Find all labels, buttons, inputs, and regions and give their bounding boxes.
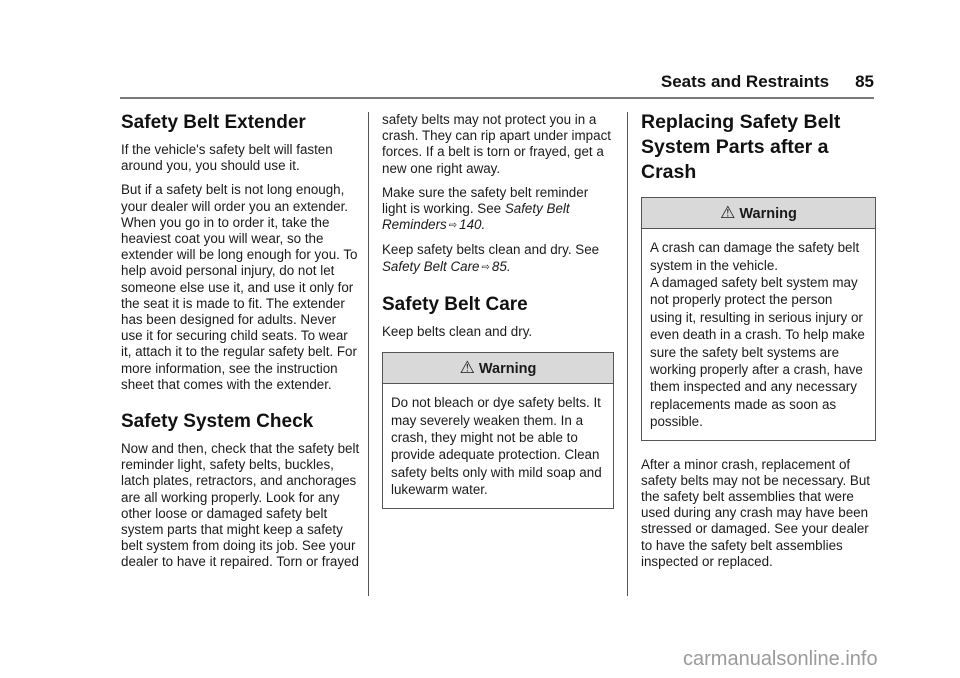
heading-safety-belt-care: Safety Belt Care [382, 293, 528, 315]
column-3: Replacing Safety Belt System Parts after… [641, 108, 876, 578]
heading-safety-belt-extender: Safety Belt Extender [121, 112, 306, 133]
header-rule [120, 97, 874, 99]
ref-page: 85 [491, 258, 507, 274]
paragraph: After a minor crash, replacement of safe… [641, 456, 870, 569]
page-number: 85 [855, 72, 874, 91]
paragraph: Now and then, check that the safety belt… [121, 441, 360, 570]
ref-arrow-icon: ⇨ [481, 261, 490, 273]
warning-header: ⚠ Warning [642, 198, 875, 230]
column-2: safety belts may not protect you in a cr… [382, 112, 614, 525]
cross-reference-link[interactable]: Safety Belt Care ⇨ 85. [382, 259, 511, 274]
warning-icon: ⚠ [720, 203, 736, 222]
watermark: carmanualsonline.info [683, 648, 878, 670]
warning-text: A damaged safety belt system may not pro… [650, 275, 865, 430]
warning-body: Do not bleach or dye safety belts. It ma… [391, 395, 602, 498]
column-divider [627, 112, 628, 596]
ref-title: Safety Belt Care [382, 258, 480, 274]
warning-box: ⚠ Warning Do not bleach or dye safety bel… [382, 352, 614, 509]
paragraph: Make sure the safety belt reminder light… [382, 185, 614, 235]
heading-safety-system-check: Safety System Check [121, 411, 314, 433]
page-header: Seats and Restraints 85 [120, 72, 874, 92]
paragraph: Keep safety belts clean and dry. See Saf… [382, 242, 614, 275]
column-1: Safety Belt Extender If the vehicle's sa… [121, 108, 361, 579]
paragraph: Keep belts clean and dry. [382, 323, 533, 339]
paragraph: If the vehicle's safety belt will fasten… [121, 142, 333, 174]
warning-title: Warning [739, 206, 797, 222]
paragraph: safety belts may not protect you in a cr… [382, 112, 611, 176]
column-divider [368, 112, 369, 596]
warning-box: ⚠ Warning A crash can damage the safety b… [641, 197, 876, 441]
warning-text: A crash can damage the safety belt syste… [650, 240, 860, 273]
warning-title: Warning [478, 361, 537, 378]
warning-body: A crash can damage the safety belt syste… [642, 229, 875, 439]
ref-page: 140 [459, 217, 482, 233]
heading-replacing-parts: Replacing Safety Belt System Parts after… [641, 111, 841, 183]
section-title: Seats and Restraints [660, 72, 830, 91]
ref-arrow-icon: ⇨ [448, 220, 458, 232]
warning-header: ⚠ Warning [383, 353, 613, 385]
warning-icon: ⚠ [459, 358, 475, 378]
paragraph: But if a safety belt is not long enough,… [121, 182, 358, 392]
paragraph-text: Keep safety belts clean and dry. See [382, 242, 600, 258]
